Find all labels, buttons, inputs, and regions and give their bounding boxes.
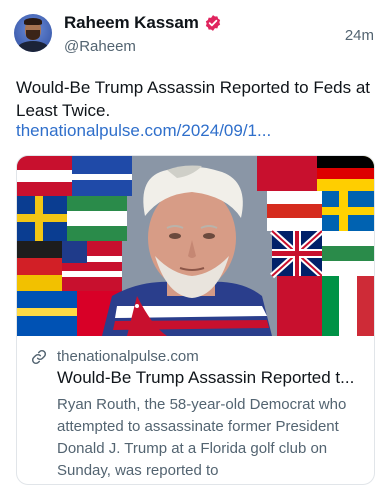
- card-title[interactable]: Would-Be Trump Assassin Reported t...: [57, 367, 363, 389]
- author-avatar[interactable]: [14, 14, 52, 52]
- avatar-hair: [24, 18, 42, 25]
- link-icon: [31, 349, 47, 364]
- post-text: Would-Be Trump Assassin Reported to Feds…: [16, 78, 371, 120]
- avatar-beard: [26, 30, 40, 40]
- author-name[interactable]: Raheem Kassam: [64, 13, 199, 33]
- card-domain-row: thenationalpulse.com: [31, 348, 199, 365]
- post-link[interactable]: thenationalpulse.com/2024/09/1...: [16, 119, 271, 142]
- verified-badge-icon: [205, 15, 220, 31]
- author-name-row: Raheem Kassam: [64, 13, 222, 33]
- avatar-shirt: [17, 41, 49, 52]
- card-domain: thenationalpulse.com: [57, 348, 199, 365]
- card-body[interactable]: thenationalpulse.com Would-Be Trump Assa…: [17, 336, 374, 484]
- card-image[interactable]: [17, 156, 374, 336]
- card-image-illustration: [17, 156, 374, 336]
- post[interactable]: Raheem Kassam @Raheem 24m Would-Be Trump…: [0, 0, 390, 500]
- author-handle[interactable]: @Raheem: [64, 38, 136, 55]
- card-description: Ryan Routh, the 58-year-old Democrat who…: [57, 396, 347, 479]
- post-timestamp[interactable]: 24m: [345, 27, 374, 44]
- link-preview-card[interactable]: thenationalpulse.com Would-Be Trump Assa…: [16, 155, 375, 485]
